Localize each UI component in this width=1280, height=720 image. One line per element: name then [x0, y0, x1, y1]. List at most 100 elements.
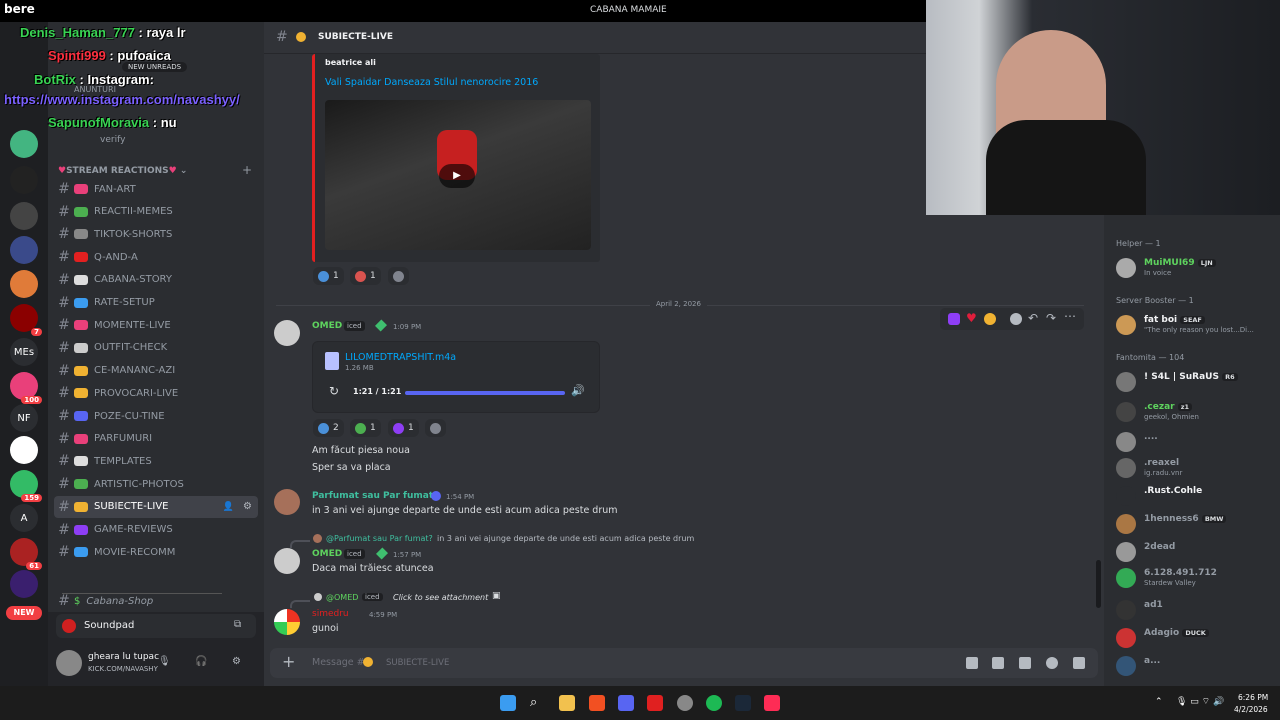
clock-date[interactable]: 4/2/2026 [1234, 705, 1268, 714]
more-icon[interactable]: ⋯ [1064, 309, 1076, 323]
forward-icon[interactable]: ↷ [1046, 311, 1056, 325]
avatar[interactable] [274, 609, 300, 635]
channel-ce-mananc-azi[interactable]: # CE-MANANC-AZI [54, 360, 258, 382]
channel-verify[interactable]: verify [100, 135, 125, 145]
add-channel-icon[interactable]: + [242, 163, 252, 177]
file-explorer-icon[interactable] [559, 695, 575, 711]
server-icon[interactable]: 7 [10, 304, 42, 336]
channel-subiecte-live[interactable]: # SUBIECTE-LIVE 👤 ⚙ [54, 495, 258, 518]
headphones-icon[interactable]: 🎧 [195, 656, 207, 667]
server-icon[interactable]: 159 [10, 470, 42, 502]
message-author[interactable]: simedru [312, 609, 349, 619]
category-stream-reactions[interactable]: ♥STREAM REACTIONS♥ ⌄ [58, 166, 187, 176]
channel-poze-cu-tine[interactable]: # POZE-CU-TINE [54, 405, 258, 427]
obs-icon[interactable] [677, 695, 693, 711]
scrollbar[interactable] [1096, 560, 1101, 608]
message-composer[interactable]: + Message # SUBIECTE-LIVE [270, 648, 1098, 678]
reply-author[interactable]: @OMED [326, 593, 358, 602]
add-attachment-icon[interactable]: + [282, 652, 295, 671]
channel-rate-setup[interactable]: # RATE-SETUP [54, 292, 258, 314]
message-author[interactable]: OMED [312, 549, 342, 559]
channel-provocari-live[interactable]: # PROVOCARI-LIVE [54, 382, 258, 404]
member-item[interactable]: Adagio DUCK [1114, 625, 1280, 653]
channel-outfit-check[interactable]: # OUTFIT-CHECK [54, 337, 258, 359]
channel-artistic-photos[interactable]: # ARTISTIC-PHOTOS [54, 473, 258, 495]
channel-game-reviews[interactable]: # GAME-REVIEWS [54, 519, 258, 541]
gift-icon[interactable] [966, 657, 978, 669]
server-icon[interactable]: 100 [10, 372, 42, 404]
embed-title[interactable]: Vali Spaidar Danseaza Stilul nenorocire … [325, 77, 538, 88]
channel-momente-live[interactable]: # MOMENTE-LIVE [54, 314, 258, 336]
channel-tiktok-shorts[interactable]: # TIKTOK-SHORTS [54, 223, 258, 245]
tiktok-icon[interactable] [764, 695, 780, 711]
add-reaction-button[interactable] [388, 267, 409, 285]
youtube-icon[interactable] [647, 695, 663, 711]
brave-icon[interactable] [589, 695, 605, 711]
member-item[interactable]: .cezar z1 geekol, Ohmien [1114, 399, 1280, 427]
server-icon[interactable] [10, 436, 38, 464]
member-item[interactable]: a... [1114, 653, 1280, 681]
member-item[interactable]: .... [1114, 429, 1280, 457]
progress-bar[interactable] [405, 391, 565, 395]
discord-icon[interactable] [618, 695, 634, 711]
reply-preview[interactable]: Click to see attachment [393, 593, 488, 602]
avatar[interactable] [274, 548, 300, 574]
mic-icon[interactable]: 🎙 [158, 656, 171, 667]
member-item[interactable]: .Rust.Cohle [1114, 483, 1280, 511]
reply-icon[interactable]: ↶ [1028, 311, 1038, 325]
channel-parfumuri[interactable]: # PARFUMURI [54, 428, 258, 450]
server-icon[interactable] [10, 270, 38, 298]
sticker-icon[interactable] [1019, 657, 1031, 669]
server-icon[interactable] [10, 130, 38, 158]
avatar[interactable] [56, 650, 82, 676]
message-author[interactable]: Parfumat sau Par fumat? [312, 491, 438, 501]
apps-icon[interactable] [1073, 657, 1085, 669]
channel-reactii-memes[interactable]: # REACTII-MEMES [54, 201, 258, 223]
reaction[interactable]: 1 [313, 267, 344, 285]
avatar[interactable] [274, 320, 300, 346]
server-icon[interactable]: 61 [10, 538, 42, 570]
member-item[interactable]: ad1 [1114, 597, 1280, 625]
clock-time[interactable]: 6:26 PM [1238, 693, 1268, 702]
server-icon[interactable] [10, 202, 38, 230]
emoji-icon[interactable] [984, 313, 996, 325]
channel-cabana-story[interactable]: # CABANA-STORY [54, 269, 258, 291]
reaction[interactable]: 1 [388, 419, 419, 437]
popout-icon[interactable]: ⧉ [234, 619, 241, 630]
reaction[interactable]: 1 [350, 267, 381, 285]
volume-icon[interactable]: 🔊 [571, 384, 585, 397]
file-name[interactable]: LILOMEDTRAPSHIT.m4a [345, 352, 456, 363]
emoji-picker-icon[interactable] [1046, 657, 1058, 669]
add-reaction-button[interactable] [425, 419, 446, 437]
server-icon[interactable] [10, 236, 38, 264]
search-icon[interactable]: ⌕ [530, 695, 546, 711]
reply-author[interactable]: @Parfumat sau Par fumat? [326, 534, 433, 543]
soundpad-activity[interactable]: Soundpad ⧉ [56, 614, 256, 638]
server-icon[interactable]: NF [10, 404, 38, 432]
gear-icon[interactable]: ⚙ [243, 501, 252, 512]
heart-icon[interactable]: ♥ [966, 311, 977, 325]
channel-movie-recomm[interactable]: # MOVIE-RECOMM [54, 541, 258, 563]
channel-q-and-a[interactable]: # Q-AND-A [54, 246, 258, 268]
server-icon[interactable]: MEs [10, 338, 38, 366]
member-item[interactable]: ! S4L | SuRaUS R6 [1114, 369, 1280, 397]
channel-templates[interactable]: # TEMPLATES [54, 450, 258, 472]
member-item[interactable]: 6.128.491.712 Stardew Valley [1114, 565, 1280, 593]
new-badge[interactable]: NEW [6, 606, 42, 620]
reaction[interactable]: 2 [313, 419, 344, 437]
avatar[interactable] [274, 489, 300, 515]
gif-icon[interactable] [992, 657, 1004, 669]
member-item[interactable]: fat boi SEAF "The only reason you lost...… [1114, 312, 1280, 340]
tray-icons[interactable]: 🎙 ▭ ⌔ 🔊 [1176, 696, 1224, 707]
reply-preview[interactable]: in 3 ani vei ajunge departe de unde esti… [437, 534, 694, 543]
invite-icon[interactable]: 👤 [223, 502, 234, 512]
gear-icon[interactable]: ⚙ [232, 656, 241, 667]
member-item[interactable]: .reaxel ig.radu.vnr [1114, 455, 1280, 483]
server-icon[interactable] [10, 570, 38, 598]
message-author[interactable]: OMED [312, 321, 342, 331]
reaction[interactable]: 1 [350, 419, 381, 437]
steam-icon[interactable] [735, 695, 751, 711]
video-thumbnail[interactable]: ▶ [325, 100, 591, 250]
member-item[interactable]: 2dead [1114, 539, 1280, 567]
reaction-shortcut-icon[interactable] [948, 313, 960, 325]
